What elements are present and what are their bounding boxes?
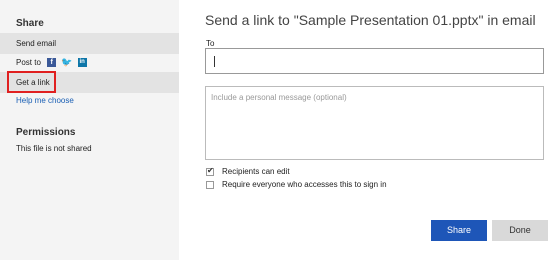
share-sidebar: Share Send email Post to f 🐦 in Get a li…	[0, 0, 179, 260]
twitter-icon[interactable]: 🐦	[61, 57, 72, 67]
recipients-can-edit-checkbox[interactable]	[206, 166, 214, 176]
message-placeholder: Include a personal message (optional)	[211, 93, 347, 102]
sidebar-item-send-email[interactable]: Send email	[0, 33, 179, 54]
text-caret	[214, 56, 215, 67]
recipients-can-edit-row[interactable]: Recipients can edit	[206, 166, 290, 176]
to-label: To	[206, 39, 215, 48]
highlight-box	[7, 71, 56, 93]
help-me-choose-link[interactable]: Help me choose	[16, 96, 74, 105]
personal-message-field[interactable]: Include a personal message (optional)	[205, 86, 544, 160]
linkedin-icon[interactable]: in	[77, 58, 87, 68]
require-sign-in-checkbox[interactable]	[206, 180, 214, 189]
require-sign-in-label: Require everyone who accesses this to si…	[222, 180, 387, 189]
send-email-label: Send email	[16, 39, 57, 48]
recipients-can-edit-label: Recipients can edit	[222, 167, 290, 176]
share-heading: Share	[16, 18, 44, 29]
permissions-status: This file is not shared	[16, 144, 92, 153]
sidebar-item-post-to: Post to f 🐦 in	[0, 52, 179, 73]
to-field[interactable]	[205, 48, 544, 74]
share-button[interactable]: Share	[431, 220, 487, 241]
done-button[interactable]: Done	[492, 220, 548, 241]
post-to-label: Post to	[16, 58, 41, 67]
page-title: Send a link to "Sample Presentation 01.p…	[205, 12, 536, 28]
require-sign-in-row[interactable]: Require everyone who accesses this to si…	[206, 180, 387, 189]
facebook-icon[interactable]: f	[47, 58, 57, 68]
permissions-heading: Permissions	[16, 127, 76, 138]
